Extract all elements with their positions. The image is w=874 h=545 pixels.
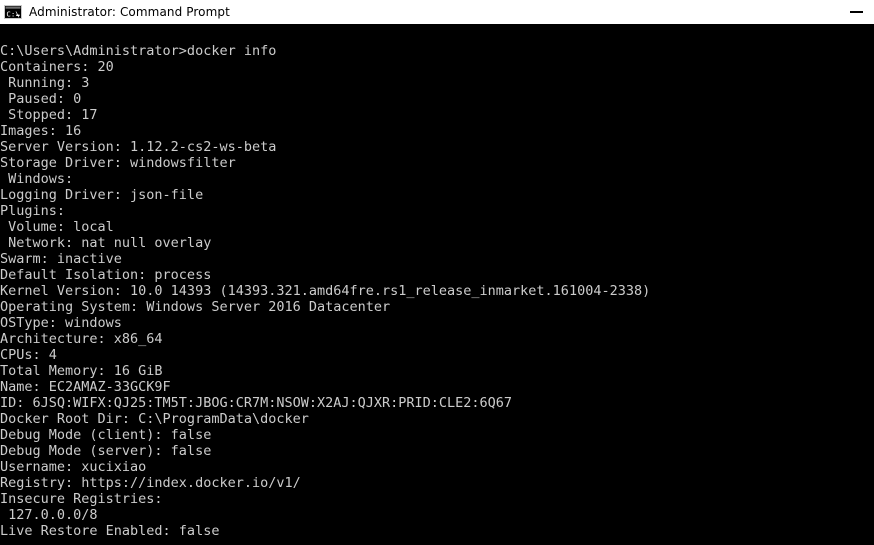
console-line: Kernel Version: 10.0 14393 (14393.321.am… (0, 283, 651, 299)
command-prompt-window: C:\ Administrator: Command Prompt C:\Use… (0, 0, 874, 545)
titlebar-left-group: C:\ Administrator: Command Prompt (0, 4, 838, 20)
console-line: Containers: 20 (0, 59, 114, 75)
console-line: Username: xucixiao (0, 459, 147, 475)
console-line: Total Memory: 16 GiB (0, 363, 163, 379)
console-line: Architecture: x86_64 (0, 331, 163, 347)
console-line: 127.0.0.0/8 (0, 507, 98, 523)
titlebar-window-controls (838, 0, 874, 24)
console-text: C:\Users\Administrator>docker info Contai… (0, 43, 874, 539)
console-line: Storage Driver: windowsfilter (0, 155, 236, 171)
console-line: Running: 3 (0, 75, 90, 91)
console-line: OSType: windows (0, 315, 122, 331)
console-line: Name: EC2AMAZ-33GCK9F (0, 379, 171, 395)
minimize-button[interactable] (838, 0, 874, 24)
console-line: Stopped: 17 (0, 107, 98, 123)
console-line: Default Isolation: process (0, 267, 212, 283)
console-line: Registry: https://index.docker.io/v1/ (0, 475, 301, 491)
console-line: Insecure Registries: (0, 491, 163, 507)
console-line: C:\Users\Administrator>docker info (0, 43, 277, 59)
console-line: Server Version: 1.12.2-cs2-ws-beta (0, 139, 277, 155)
console-line: Plugins: (0, 203, 66, 219)
console-icon: C:\ (4, 4, 22, 20)
console-line: Debug Mode (client): false (0, 427, 212, 443)
console-line: Swarm: inactive (0, 251, 122, 267)
console-line: Network: nat null overlay (0, 235, 212, 251)
console-line: Logging Driver: json-file (0, 187, 204, 203)
console-line: Images: 16 (0, 123, 82, 139)
window-titlebar[interactable]: C:\ Administrator: Command Prompt (0, 0, 874, 24)
window-title: Administrator: Command Prompt (29, 5, 230, 19)
svg-text:C:\: C:\ (6, 9, 19, 18)
console-line: ID: 6JSQ:WIFX:QJ25:TM5T:JBOG:CR7M:NSOW:X… (0, 395, 513, 411)
console-line: Live Restore Enabled: false (0, 523, 220, 539)
console-line: Operating System: Windows Server 2016 Da… (0, 299, 391, 315)
minimize-icon (849, 11, 863, 13)
console-line: Debug Mode (server): false (0, 443, 212, 459)
console-line: Docker Root Dir: C:\ProgramData\docker (0, 411, 309, 427)
terminal-output-area[interactable]: C:\Users\Administrator>docker info Contai… (0, 24, 874, 545)
console-line: Volume: local (0, 219, 114, 235)
console-line: Paused: 0 (0, 91, 82, 107)
console-line: Windows: (0, 171, 74, 187)
console-line: CPUs: 4 (0, 347, 57, 363)
